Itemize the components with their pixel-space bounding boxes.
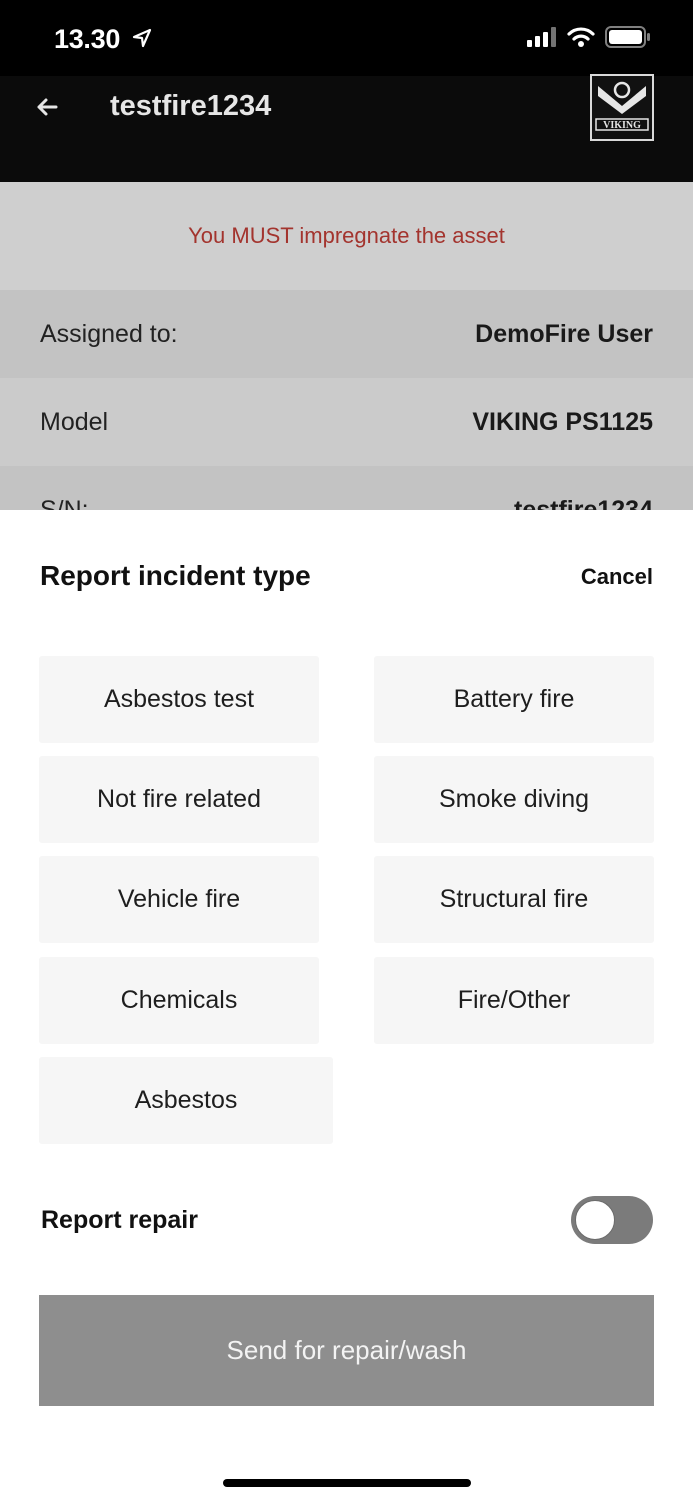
incident-type-vehicle-fire[interactable]: Vehicle fire [39,856,319,943]
detail-row-serial: S/N: testfire1234 [0,466,693,510]
detail-label: S/N: [40,495,89,511]
home-indicator [223,1479,471,1487]
detail-value: testfire1234 [514,495,653,511]
incident-type-asbestos-test[interactable]: Asbestos test [39,656,319,743]
viking-logo-mark: VIKING [595,81,649,131]
page-title: testfire1234 [110,90,272,122]
detail-row-assigned: Assigned to: DemoFire User [0,290,693,378]
detail-value: VIKING PS1125 [472,407,653,436]
incident-type-sheet: Report incident type Cancel Asbestos tes… [0,510,693,1500]
detail-value: DemoFire User [475,319,653,348]
incident-type-battery-fire[interactable]: Battery fire [374,656,654,743]
asset-details: You MUST impregnate the asset Assigned t… [0,182,693,510]
location-arrow-icon [132,28,152,48]
cellular-signal-icon [527,27,556,47]
send-for-repair-button[interactable]: Send for repair/wash [39,1295,654,1406]
report-repair-toggle[interactable] [571,1196,653,1244]
detail-row-model: Model VIKING PS1125 [0,378,693,466]
back-button[interactable] [30,90,64,124]
incident-type-smoke-diving[interactable]: Smoke diving [374,756,654,843]
svg-text:VIKING: VIKING [603,120,641,131]
incident-type-fire-other[interactable]: Fire/Other [374,957,654,1044]
incident-type-structural-fire[interactable]: Structural fire [374,856,654,943]
detail-label: Model [40,407,109,436]
status-time: 13.30 [54,24,121,54]
status-bar: 13.30 [0,0,693,76]
detail-label: Assigned to: [40,319,178,348]
status-icons [527,26,651,48]
back-arrow-icon [37,98,58,116]
toggle-knob [575,1200,615,1240]
incident-type-not-fire-related[interactable]: Not fire related [39,756,319,843]
report-repair-label: Report repair [41,1206,198,1234]
incident-type-asbestos[interactable]: Asbestos [39,1057,333,1144]
battery-icon [605,26,650,48]
wifi-icon [567,27,595,47]
cancel-button[interactable]: Cancel [581,564,653,590]
viking-logo: VIKING [590,74,654,141]
incident-type-chemicals[interactable]: Chemicals [39,957,319,1044]
impregnate-notice: You MUST impregnate the asset [0,182,693,290]
sheet-title: Report incident type [40,560,311,591]
app-header: testfire1234 VIKING [0,74,693,182]
